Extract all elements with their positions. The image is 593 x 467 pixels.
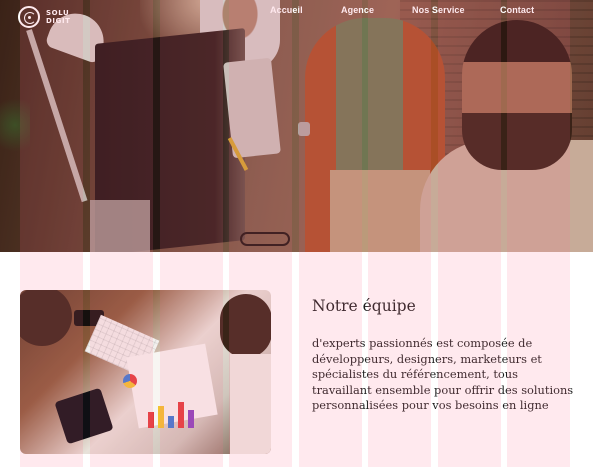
hero-tint [0,0,593,252]
team-photo-bar [178,402,184,428]
team-section-title: Notre équipe [312,297,416,315]
team-photo-person-right [220,294,271,358]
nav-item-agence[interactable]: Agence [341,5,374,15]
hero-banner [0,0,593,252]
team-photo-pie-chart [123,374,137,388]
nav-item-contact[interactable]: Contact [500,5,534,15]
team-section-description: d'experts passionnés est composée de dév… [312,336,574,413]
team-photo-person-left [20,290,72,346]
team-photo-bar [168,416,174,428]
nav-item-nos-service[interactable]: Nos Service [412,5,465,15]
team-photo-bar [188,410,194,428]
nav-item-accueil[interactable]: Accueil [270,5,303,15]
main-navigation: Accueil Agence Nos Service Contact [0,5,593,19]
team-photo-bar [148,412,154,428]
team-photo-person-right-shirt [230,354,271,454]
team-photo-tablet [54,387,114,445]
team-photo-bar [158,406,164,428]
team-photo [20,290,271,454]
